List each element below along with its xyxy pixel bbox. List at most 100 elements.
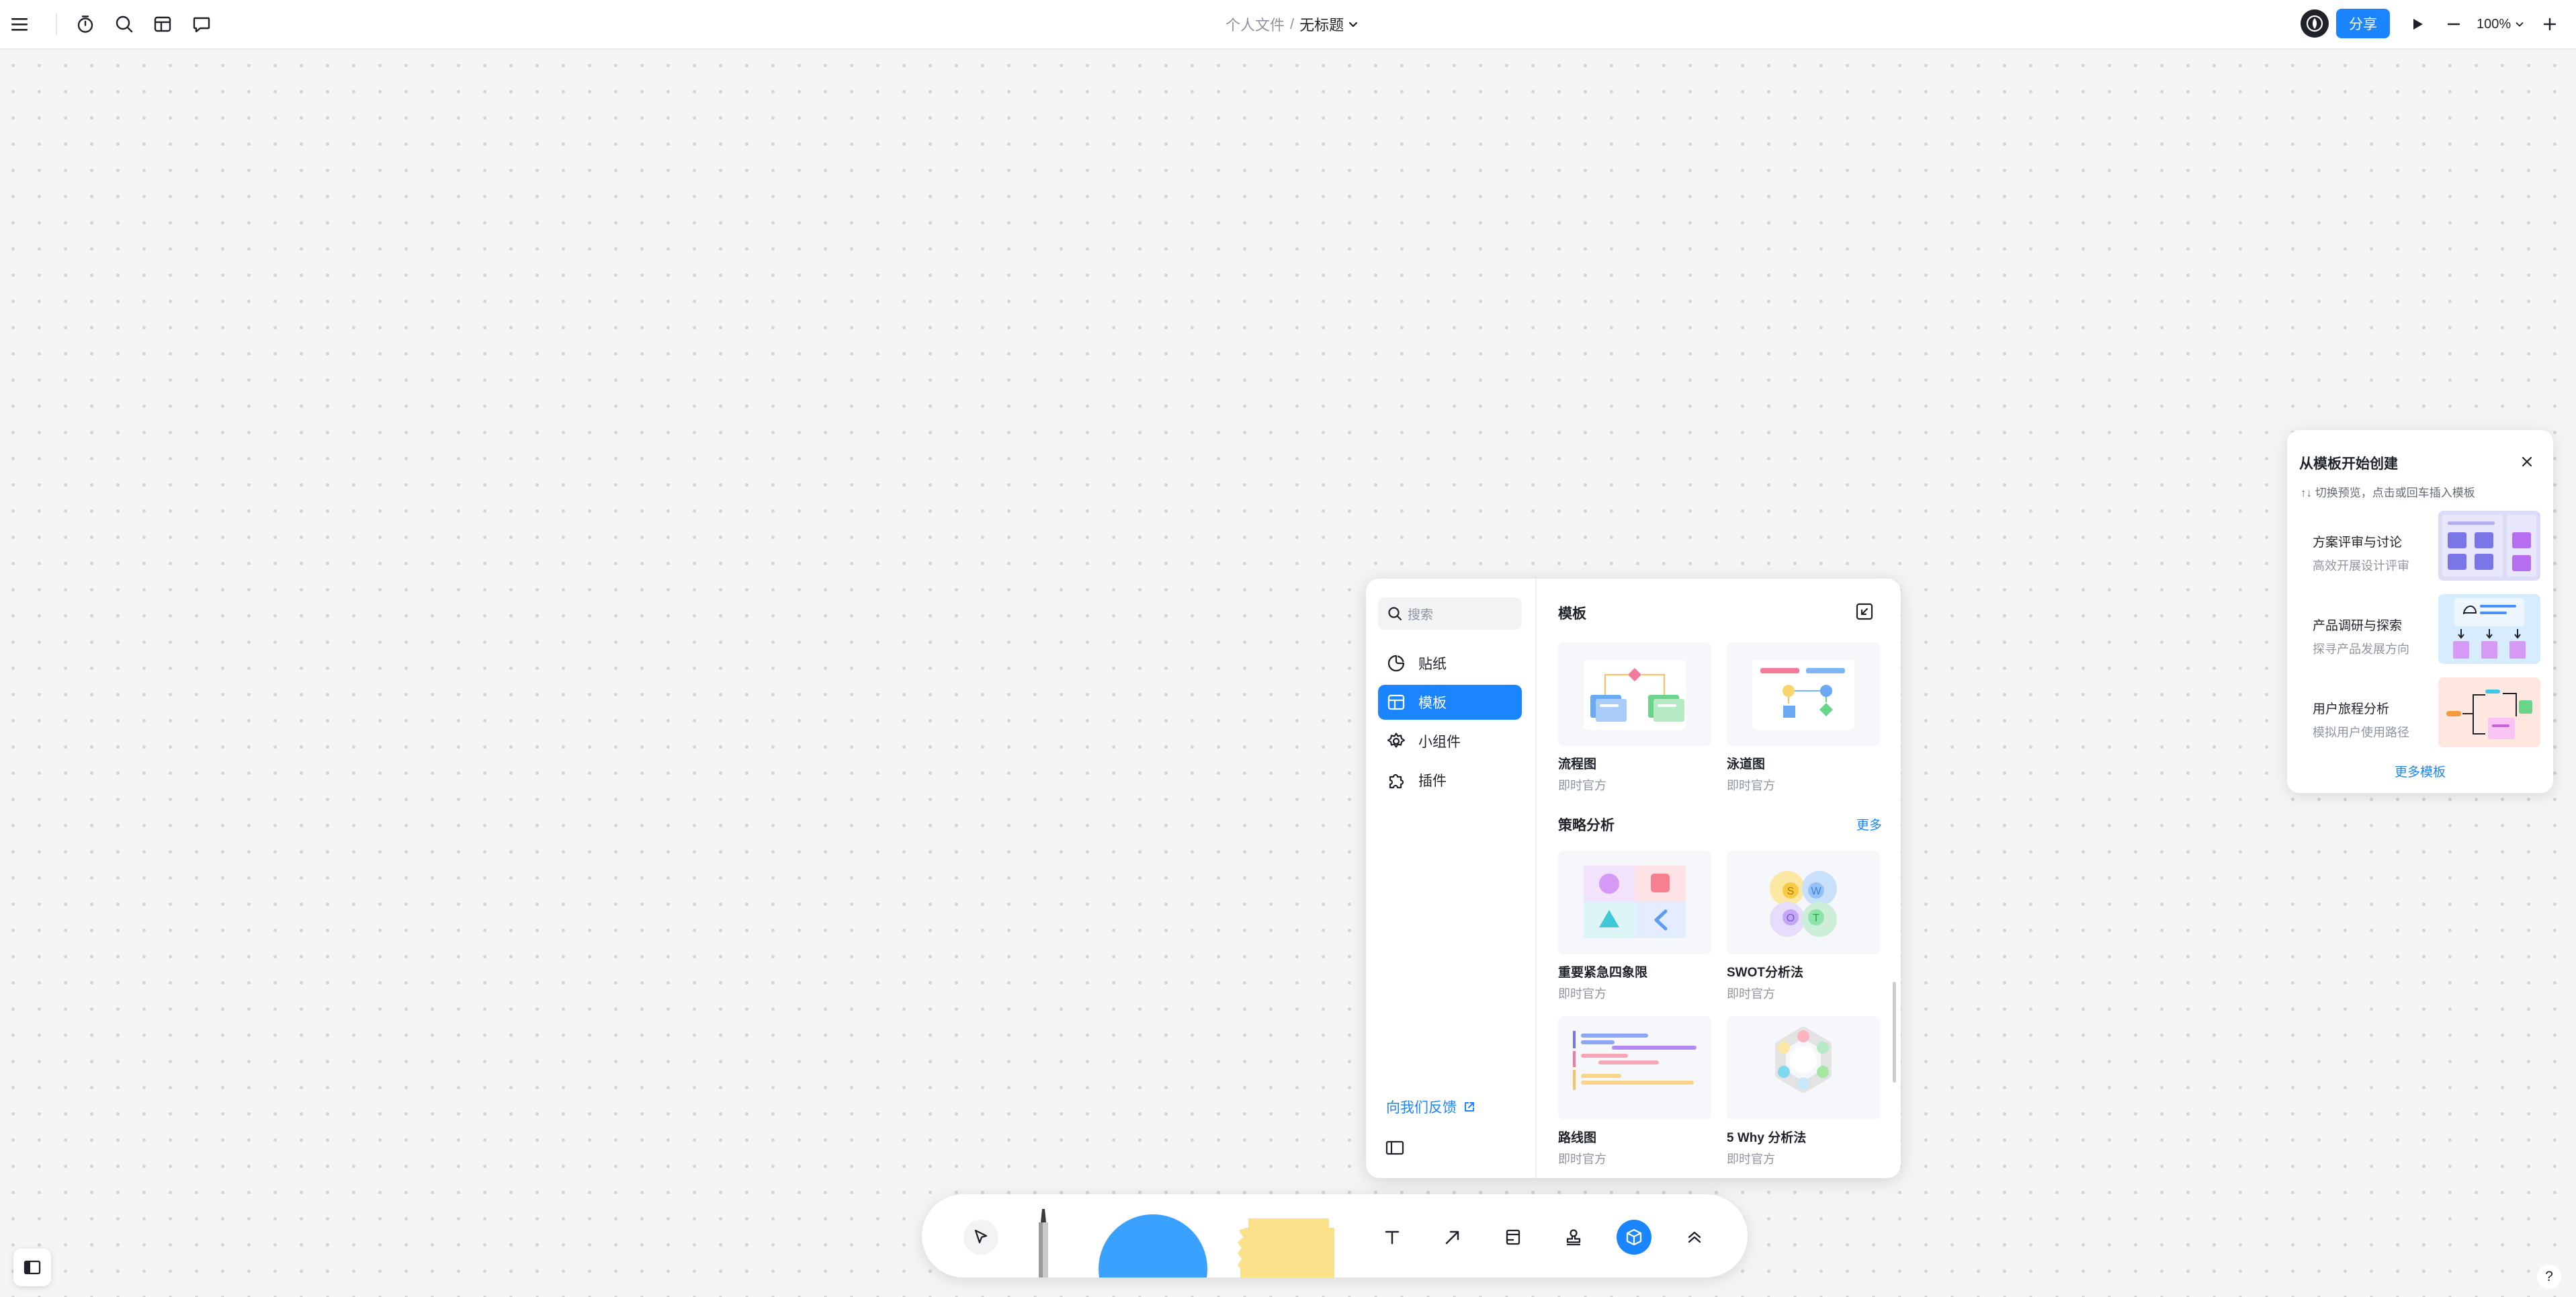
- template-card[interactable]: 泳道图 即时官方: [1727, 642, 1880, 794]
- zoom-out-icon[interactable]: [2436, 7, 2471, 42]
- template-thumbnail: [1558, 1016, 1711, 1120]
- template-item[interactable]: 方案评审与讨论 高效开展设计评审: [2295, 509, 2545, 586]
- chevron-down-icon[interactable]: [1348, 19, 1359, 30]
- template-item-title: 用户旅程分析: [2313, 702, 2390, 716]
- more-templates-link[interactable]: 更多模板: [2287, 762, 2553, 780]
- template-name: 流程图: [1558, 757, 1597, 771]
- template-item-subtitle: 高效开展设计评审: [2313, 559, 2409, 573]
- arrow-icon[interactable]: [1435, 1220, 1470, 1255]
- keyboard-hint: ↑↓ 切换预览，点击或回车插入模板: [2301, 487, 2475, 499]
- zoom-value: 100%: [2477, 16, 2511, 32]
- template-source: 即时官方: [1727, 779, 1775, 792]
- divider: [56, 13, 57, 35]
- template-card[interactable]: 流程图 即时官方: [1558, 642, 1711, 794]
- template-name: 5 Why 分析法: [1727, 1131, 1807, 1145]
- template-item-subtitle: 探寻产品发展方向: [2313, 642, 2409, 656]
- template-item-title: 方案评审与讨论: [2313, 536, 2403, 550]
- feedback-label: 向我们反馈: [1386, 1100, 1457, 1116]
- nav-item-label: 贴纸: [1418, 657, 1447, 672]
- nav-item-label: 小组件: [1418, 735, 1461, 750]
- search-field[interactable]: 搜索: [1378, 597, 1522, 630]
- template-thumbnail: S W O T: [1727, 851, 1880, 954]
- template-thumbnail: [1558, 851, 1711, 954]
- play-icon[interactable]: [2400, 7, 2435, 42]
- comment-icon[interactable]: [184, 7, 219, 42]
- panel-sidebar: 搜索 贴纸 模板 小组件 插件 向我们反馈: [1366, 579, 1537, 1178]
- bottom-toolbar: [922, 1194, 1748, 1278]
- section-title-templates: 模板: [1558, 606, 1586, 622]
- frame-icon[interactable]: [1496, 1220, 1531, 1255]
- menu-icon[interactable]: [3, 7, 38, 42]
- template-thumbnail: [1558, 642, 1711, 746]
- search-icon[interactable]: [107, 7, 142, 42]
- section-title-strategy: 策略分析: [1558, 818, 1615, 833]
- template-thumbnail: [1727, 1016, 1880, 1120]
- nav-item-widgets[interactable]: 小组件: [1378, 724, 1522, 759]
- breadcrumb: 个人文件 / 无标题: [1226, 12, 1359, 36]
- template-item-title: 产品调研与探索: [2313, 619, 2403, 633]
- template-source: 即时官方: [1727, 987, 1775, 1001]
- doc-title[interactable]: 无标题: [1299, 13, 1344, 35]
- stamp-icon[interactable]: [1556, 1220, 1591, 1255]
- section-more-link[interactable]: 更多: [1856, 815, 1882, 833]
- text-icon[interactable]: [1375, 1220, 1410, 1255]
- zoom-in-icon[interactable]: [2532, 7, 2567, 42]
- pen-icon[interactable]: [1033, 1209, 1054, 1278]
- breadcrumb-separator: /: [1290, 15, 1295, 32]
- swot-letter: S: [1787, 886, 1795, 897]
- template-card[interactable]: 路线图 即时官方: [1558, 1016, 1711, 1167]
- swot-letter: W: [1811, 886, 1821, 897]
- swot-letter: T: [1813, 913, 1819, 924]
- swot-letter: O: [1787, 913, 1795, 924]
- template-item[interactable]: 用户旅程分析 模拟用户使用路径: [2295, 676, 2545, 753]
- template-card[interactable]: 5 Why 分析法 即时官方: [1727, 1016, 1880, 1167]
- feedback-link[interactable]: 向我们反馈: [1386, 1097, 1475, 1117]
- expand-up-icon[interactable]: [1677, 1220, 1712, 1255]
- nav-item-plugins[interactable]: 插件: [1378, 763, 1522, 798]
- nav-item-stickers[interactable]: 贴纸: [1378, 646, 1522, 681]
- nav-item-label: 插件: [1418, 773, 1447, 789]
- chevron-down-icon: [2515, 19, 2524, 29]
- template-suggestion-card: 从模板开始创建 ↑↓ 切换预览，点击或回车插入模板 方案评审与讨论 高效开展设计…: [2287, 430, 2553, 793]
- template-thumbnail: [2438, 594, 2540, 664]
- template-name: 泳道图: [1727, 757, 1766, 771]
- sticker-icon: [1386, 653, 1406, 673]
- template-thumbnail: [1727, 642, 1880, 746]
- template-thumbnail: [2438, 677, 2540, 747]
- top-bar: 个人文件 / 无标题 分享 100%: [0, 0, 2576, 50]
- timer-icon[interactable]: [68, 7, 103, 42]
- template-source: 即时官方: [1558, 1153, 1606, 1166]
- nav-item-templates[interactable]: 模板: [1378, 685, 1522, 720]
- help-button[interactable]: ?: [2537, 1265, 2561, 1289]
- plugin-icon: [1386, 770, 1406, 790]
- panel-scrollbar[interactable]: [1893, 982, 1896, 1083]
- panel-toggle-button[interactable]: [13, 1249, 51, 1286]
- breadcrumb-parent[interactable]: 个人文件: [1226, 13, 1285, 35]
- search-icon: [1387, 606, 1402, 621]
- nav-item-label: 模板: [1418, 696, 1447, 711]
- template-card[interactable]: S W O T SWOT分析法 即时官方: [1727, 851, 1880, 1002]
- close-icon[interactable]: [2516, 450, 2538, 473]
- materials-icon[interactable]: [1617, 1220, 1651, 1255]
- template-source: 即时官方: [1558, 779, 1606, 792]
- collapse-panel-icon[interactable]: [1854, 601, 1875, 622]
- zoom-level[interactable]: 100%: [2477, 12, 2524, 36]
- template-source: 即时官方: [1727, 1153, 1775, 1166]
- search-placeholder: 搜索: [1408, 608, 1434, 622]
- select-icon[interactable]: [963, 1220, 998, 1255]
- sticky-note-tool[interactable]: [1232, 1214, 1334, 1278]
- shape-circle-tool[interactable]: [1099, 1214, 1207, 1278]
- logo-icon[interactable]: [2301, 9, 2329, 38]
- template-card[interactable]: 重要紧急四象限 即时官方: [1558, 851, 1711, 1002]
- template-name: SWOT分析法: [1727, 966, 1803, 980]
- template-thumbnail: [2438, 511, 2540, 581]
- materials-panel: 搜索 贴纸 模板 小组件 插件 向我们反馈 模板 流程图 即时官方 泳道图 即时…: [1366, 579, 1901, 1178]
- template-item[interactable]: 产品调研与探索 探寻产品发展方向: [2295, 593, 2545, 669]
- template-item-subtitle: 模拟用户使用路径: [2313, 726, 2409, 739]
- template-library-icon[interactable]: [145, 7, 180, 42]
- template-name: 路线图: [1558, 1131, 1597, 1145]
- template-source: 即时官方: [1558, 987, 1606, 1001]
- widget-icon: [1386, 731, 1406, 751]
- sidebar-toggle-icon[interactable]: [1385, 1138, 1405, 1158]
- share-button[interactable]: 分享: [2336, 9, 2390, 38]
